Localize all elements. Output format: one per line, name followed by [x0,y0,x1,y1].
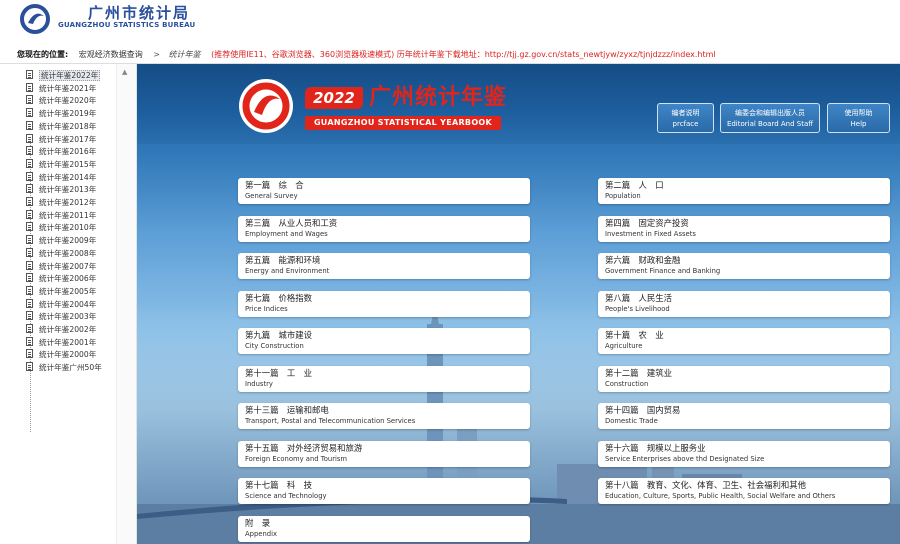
yearbook-main: 2022 广州统计年鉴 GUANGZHOU STATISTICAL YEARBO… [137,64,900,544]
yearbook-title-en: GUANGZHOU STATISTICAL YEARBOOK [305,116,501,130]
document-icon [26,70,33,79]
tree-item-2008[interactable]: 统计年鉴2008年 [26,247,96,260]
tree-item-2012[interactable]: 统计年鉴2012年 [26,197,96,209]
category-education-culture[interactable]: 第十八篇 教育、文化、体育、卫生、社会福利和其他 Education, Cultu… [598,478,890,504]
category-foreign-economy[interactable]: 第十五篇 对外经济贸易和旅游 Foreign Economy and Touris… [238,440,530,467]
breadcrumb: 您现在的位置: 宏观经济数据查询 > 统计年鉴 (推荐使用IE11、谷歌浏览器、… [0,46,900,64]
document-icon [26,209,33,219]
scroll-up-icon[interactable]: ▲ [122,68,127,76]
document-icon [26,247,33,257]
tree-item-2003[interactable]: 统计年鉴2003年 [26,311,96,323]
document-icon [26,146,33,156]
category-service-enterprises[interactable]: 第十六篇 规模以上服务业 Service Enterprises above th… [598,440,890,467]
document-icon [26,184,33,194]
document-icon [26,349,33,359]
tree-item-2014[interactable]: 统计年鉴2014年 [26,171,96,184]
document-icon [26,158,33,168]
category-science-tech[interactable]: 第十七篇 科 技 Science and Technology [238,478,530,504]
year-badge: 2022 [305,87,363,109]
tree-item-2010[interactable]: 统计年鉴2010年 [26,222,96,234]
category-finance-banking[interactable]: 第六篇 财政和金融 Government Finance and Banking [598,253,890,279]
document-icon [26,298,33,308]
breadcrumb-link-query[interactable]: 宏观经济数据查询 [79,50,143,59]
tree-item-2004[interactable]: 统计年鉴2004年 [26,298,96,311]
document-icon [26,311,33,321]
tree-item-2000[interactable]: 统计年鉴2000年 [26,349,96,361]
document-icon [26,108,33,118]
category-general-survey[interactable]: 第一篇 综 合 General Survey [238,178,530,204]
tree-item-2020[interactable]: 统计年鉴2020年 [26,95,96,107]
site-subtitle: GUANGZHOU STATISTICS BUREAU [58,21,196,29]
tree-item-2022[interactable]: 统计年鉴2022年 [26,70,101,82]
category-livelihood[interactable]: 第八篇 人民生活 People's Livelihood [598,290,890,317]
breadcrumb-current: 统计年鉴 [168,50,201,59]
document-icon [26,197,33,206]
document-icon [26,171,33,181]
document-icon [26,362,33,372]
category-price-indices[interactable]: 第七篇 价格指数 Price Indices [238,290,530,317]
tree-item-2007[interactable]: 统计年鉴2007年 [26,260,96,273]
editorial-board-button[interactable]: 编委会和编辑出版人员 Editorial Board And Staff [720,103,820,133]
tree-item-2019[interactable]: 统计年鉴2019年 [26,108,96,120]
document-icon [26,235,33,245]
category-agriculture[interactable]: 第十篇 农 业 Agriculture [598,328,890,354]
document-icon [26,82,33,92]
tree-item-2005[interactable]: 统计年鉴2005年 [26,285,96,298]
category-appendix[interactable]: 附 录 Appendix [238,515,530,542]
document-icon [26,222,33,232]
tree-item-2006[interactable]: 统计年鉴2006年 [26,273,96,285]
tree-item-2017[interactable]: 统计年鉴2017年 [26,133,96,146]
help-button[interactable]: 使用帮助 Help [827,103,890,133]
document-icon [26,133,33,143]
tree-item-2001[interactable]: 统计年鉴2001年 [26,336,96,349]
breadcrumb-separator: > [153,50,160,59]
tree-item-2021[interactable]: 统计年鉴2021年 [26,82,96,95]
site-header: 广州市统计局 GUANGZHOU STATISTICS BUREAU [0,0,900,42]
site-title: 广州市统计局 [88,4,191,22]
browser-notice: (推荐使用IE11、谷歌浏览器、360浏览器极速模式) 历年统计年鉴下载地址：h… [211,50,716,59]
breadcrumb-label: 您现在的位置: [17,50,69,59]
category-city-construction[interactable]: 第九篇 城市建设 City Construction [238,328,530,354]
tree-item-2013[interactable]: 统计年鉴2013年 [26,184,96,196]
tree-scrollbar[interactable]: ▲ [116,64,136,544]
bureau-logo-icon [20,4,50,34]
tree-item-2002[interactable]: 统计年鉴2002年 [26,324,96,336]
preface-button[interactable]: 编者说明 prcface [657,103,714,133]
document-icon [26,120,33,130]
category-domestic-trade[interactable]: 第十四篇 国内贸易 Domestic Trade [598,403,890,429]
category-construction[interactable]: 第十二篇 建筑业 Construction [598,365,890,392]
document-icon [26,285,33,295]
tree-item-2011[interactable]: 统计年鉴2011年 [26,209,96,222]
document-icon [26,260,33,270]
document-icon [26,273,33,283]
tree-item-2016[interactable]: 统计年鉴2016年 [26,146,96,158]
category-fixed-assets[interactable]: 第四篇 固定资产投资 Investment in Fixed Assets [598,215,890,242]
tree-item-2009[interactable]: 统计年鉴2009年 [26,235,96,247]
document-icon [26,324,33,333]
category-industry[interactable]: 第十一篇 工 业 Industry [238,365,530,392]
tree-item-gz50[interactable]: 统计年鉴广州50年 [26,362,102,374]
yearbook-banner: 2022 广州统计年鉴 GUANGZHOU STATISTICAL YEARBO… [137,64,900,144]
category-transport[interactable]: 第十三篇 运输和邮电 Transport, Postal and Telecomm… [238,403,530,429]
bureau-emblem-icon [239,79,293,133]
yearbook-title-cn: 广州统计年鉴 [369,84,508,110]
tree-item-2015[interactable]: 统计年鉴2015年 [26,158,96,171]
category-energy-environment[interactable]: 第五篇 能源和环境 Energy and Environment [238,253,530,279]
tree-item-2018[interactable]: 统计年鉴2018年 [26,120,96,133]
category-employment-wages[interactable]: 第三篇 从业人员和工资 Employment and Wages [238,215,530,242]
document-icon [26,95,33,105]
document-icon [26,336,33,346]
category-population[interactable]: 第二篇 人 口 Population [598,178,890,204]
